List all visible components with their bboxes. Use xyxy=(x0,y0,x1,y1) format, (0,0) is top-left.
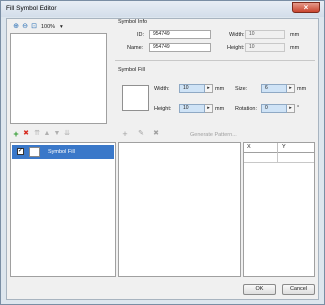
id-field[interactable]: 954749 xyxy=(149,30,211,39)
info-width-label: Width: xyxy=(229,32,245,38)
name-field[interactable]: 954749 xyxy=(149,43,211,52)
zoom-dropdown-arrow-icon[interactable]: ▾ xyxy=(60,24,63,30)
column-divider xyxy=(277,143,278,153)
layer-thumbnail xyxy=(29,147,40,157)
zoom-out-icon[interactable]: ⊖ xyxy=(21,23,29,31)
fill-height-spin-icon[interactable]: ▸ xyxy=(205,104,213,113)
table-header: X Y xyxy=(244,143,314,153)
info-height-unit: mm xyxy=(290,45,300,51)
generate-pattern-button[interactable]: Generate Pattern... xyxy=(190,132,237,138)
coordinates-table: X Y xyxy=(243,142,315,277)
layer-checkbox[interactable]: ✓ xyxy=(17,148,24,155)
fill-height-label: Height: xyxy=(154,106,172,112)
ok-button[interactable]: OK xyxy=(243,284,276,295)
fill-symbol-editor-window: Fill Symbol Editor × ⊕ ⊖ ⊡ 100% ▾ Symbol… xyxy=(0,0,325,305)
table-row[interactable] xyxy=(244,153,314,163)
column-y-header[interactable]: Y xyxy=(282,144,286,150)
fill-color-swatch[interactable] xyxy=(122,85,149,111)
fill-height-unit: mm xyxy=(215,106,225,112)
info-width-unit: mm xyxy=(290,32,300,38)
size-unit: mm xyxy=(297,86,307,92)
name-label: Name: xyxy=(127,45,144,51)
rotation-label: Rotation: xyxy=(235,106,258,112)
id-label: ID: xyxy=(137,32,145,38)
move-down-icon[interactable]: ▼ xyxy=(53,130,61,138)
column-x-header[interactable]: X xyxy=(247,144,251,150)
size-spin-icon[interactable]: ▸ xyxy=(287,84,295,93)
fill-width-field[interactable]: 10 xyxy=(179,84,205,93)
symbol-preview xyxy=(10,33,107,124)
info-height-field: 10 xyxy=(245,43,285,52)
edit-point-icon[interactable]: ✎ xyxy=(137,130,145,138)
rotation-spin-icon[interactable]: ▸ xyxy=(287,104,295,113)
fill-height-field[interactable]: 10 xyxy=(179,104,205,113)
pattern-canvas[interactable] xyxy=(118,142,241,277)
close-button[interactable]: × xyxy=(292,2,320,13)
symbol-info-title: Symbol Info xyxy=(118,19,148,25)
zoom-level[interactable]: 100% xyxy=(41,24,55,30)
info-height-label: Height: xyxy=(227,45,245,51)
symbol-fill-title: Symbol Fill xyxy=(118,67,145,73)
fill-width-unit: mm xyxy=(215,86,225,92)
title-bar: Fill Symbol Editor × xyxy=(1,1,324,17)
rotation-unit: ° xyxy=(297,105,300,111)
dialog-body: ⊕ ⊖ ⊡ 100% ▾ Symbol Info ID: 954749 Name… xyxy=(6,18,319,300)
layer-label: Symbol Fill xyxy=(48,149,75,155)
cancel-button[interactable]: Cancel xyxy=(282,284,315,295)
rotation-field[interactable]: 0 xyxy=(261,104,287,113)
divider xyxy=(115,60,315,61)
fill-width-label: Width: xyxy=(154,86,170,92)
move-up-icon[interactable]: ▲ xyxy=(43,130,51,138)
fit-icon[interactable]: ⊡ xyxy=(30,23,38,31)
add-layer-icon[interactable]: + xyxy=(12,130,20,139)
zoom-in-icon[interactable]: ⊕ xyxy=(12,23,20,31)
list-item[interactable]: ✓ Symbol Fill xyxy=(12,145,114,159)
info-width-field: 10 xyxy=(245,30,285,39)
fill-width-spin-icon[interactable]: ▸ xyxy=(205,84,213,93)
window-title: Fill Symbol Editor xyxy=(6,5,57,12)
delete-layer-icon[interactable]: ✖ xyxy=(22,130,30,138)
add-point-icon[interactable]: + xyxy=(121,130,129,139)
column-divider xyxy=(277,153,278,163)
move-bottom-icon[interactable]: ⇊ xyxy=(63,130,71,138)
delete-point-icon[interactable]: ✖ xyxy=(152,130,160,138)
move-top-icon[interactable]: ⇈ xyxy=(33,130,41,138)
size-field[interactable]: 6 xyxy=(261,84,287,93)
layer-list: ✓ Symbol Fill xyxy=(10,142,116,277)
size-label: Size: xyxy=(235,86,248,92)
